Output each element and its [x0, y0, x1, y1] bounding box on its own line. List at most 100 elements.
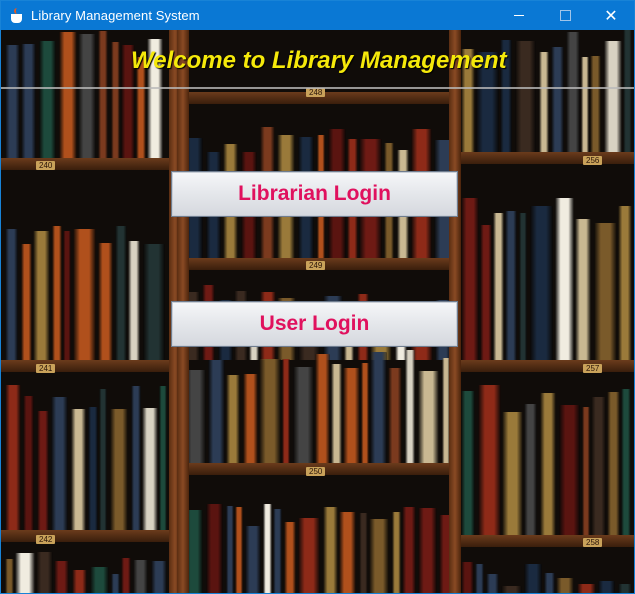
shelf-number-label: 250 [306, 467, 326, 476]
minimize-icon [514, 15, 524, 16]
book-spine [478, 385, 501, 535]
book-spine [556, 578, 574, 593]
user-login-label: User Login [259, 312, 370, 335]
book-spine [524, 404, 537, 535]
book-spine [607, 392, 620, 535]
book-spine [78, 34, 96, 158]
book-spine [581, 57, 589, 152]
close-button[interactable]: ✕ [588, 1, 634, 30]
user-login-button[interactable]: User Login [171, 301, 458, 347]
book-spine [98, 243, 113, 360]
book-spine [111, 42, 120, 158]
book-spine [530, 206, 553, 360]
book-spine [370, 352, 387, 465]
book-spine [594, 223, 617, 360]
book-spine [99, 389, 107, 530]
book-spine [23, 396, 34, 530]
shelf-number-label: 240 [36, 161, 56, 170]
book-spine [21, 44, 36, 158]
book-spine [388, 368, 402, 465]
book-spine [618, 584, 632, 593]
librarian-login-label: Librarian Login [238, 182, 391, 205]
book-spine [293, 367, 314, 465]
book-spine [142, 408, 158, 530]
book-spine [298, 518, 320, 593]
book-spine [5, 45, 20, 158]
book-spine [559, 405, 580, 535]
book-spine [402, 507, 416, 593]
book-spine [480, 225, 492, 360]
book-spine [33, 231, 50, 360]
book-spine [339, 512, 356, 593]
book-spine [502, 412, 523, 535]
book-spine [461, 391, 475, 535]
shelf-number-label: 241 [36, 364, 56, 373]
welcome-heading: Welcome to Library Management [131, 47, 507, 74]
shelf-plank [1, 530, 171, 542]
book-spine [128, 241, 140, 360]
book-spine [501, 586, 522, 593]
book-spine [159, 386, 167, 530]
shelf-plank [453, 360, 634, 372]
shelf-number-label: 256 [583, 156, 603, 165]
book-spine [143, 244, 165, 360]
shelf-number-label: 249 [306, 261, 326, 270]
shelf-number-label: 257 [583, 364, 603, 373]
book-spine [359, 513, 368, 593]
book-spine [15, 553, 35, 593]
book-spine [566, 32, 580, 152]
book-spine [88, 407, 98, 530]
book-spine [405, 350, 415, 465]
book-spine [418, 508, 437, 593]
book-spine [63, 231, 71, 360]
book-spine [551, 47, 564, 152]
book-spine [51, 397, 68, 530]
book-spine [206, 504, 223, 593]
shelf-number-label: 248 [306, 88, 326, 97]
book-spine [73, 229, 96, 360]
book-spine [36, 552, 53, 593]
shelf-plank [1, 158, 171, 170]
book-spine [392, 512, 401, 593]
book-spine [621, 389, 631, 535]
book-spine [418, 371, 439, 465]
minimize-button[interactable] [496, 1, 542, 30]
book-spine [235, 507, 243, 593]
book-spine [72, 570, 87, 593]
book-spine [226, 506, 234, 593]
book-spine [5, 559, 14, 593]
shelf-plank [1, 360, 171, 372]
window-title: Library Management System [31, 8, 200, 23]
book-spine [618, 206, 632, 360]
book-spine [590, 56, 601, 152]
book-spine [151, 561, 167, 593]
book-spine [540, 393, 556, 535]
book-spine [111, 574, 120, 593]
book-spine [208, 360, 225, 465]
maximize-icon [559, 10, 571, 21]
book-spine [515, 41, 536, 152]
book-spine [245, 526, 261, 593]
shelf-number-label: 258 [583, 538, 603, 547]
maximize-button[interactable] [542, 1, 588, 30]
book-spine [121, 558, 131, 593]
book-spine [54, 561, 69, 593]
book-spine [505, 211, 517, 360]
book-spine [71, 409, 86, 530]
book-spine [486, 574, 499, 593]
book-spine [115, 226, 127, 360]
book-spine [110, 409, 128, 530]
book-spine [226, 375, 240, 465]
librarian-login-button[interactable]: Librarian Login [171, 171, 458, 217]
book-spine [243, 374, 258, 465]
title-bar[interactable]: Library Management System ✕ [1, 1, 634, 30]
app-window: Library Management System ✕ 240 248 256 249… [0, 0, 635, 594]
book-spine [323, 507, 338, 593]
shelf-plank [453, 535, 634, 547]
book-spine [282, 359, 290, 465]
book-spine [315, 354, 330, 465]
book-spine [461, 562, 474, 593]
book-spine [133, 560, 148, 593]
book-spine [131, 386, 141, 530]
book-spine [331, 364, 342, 465]
